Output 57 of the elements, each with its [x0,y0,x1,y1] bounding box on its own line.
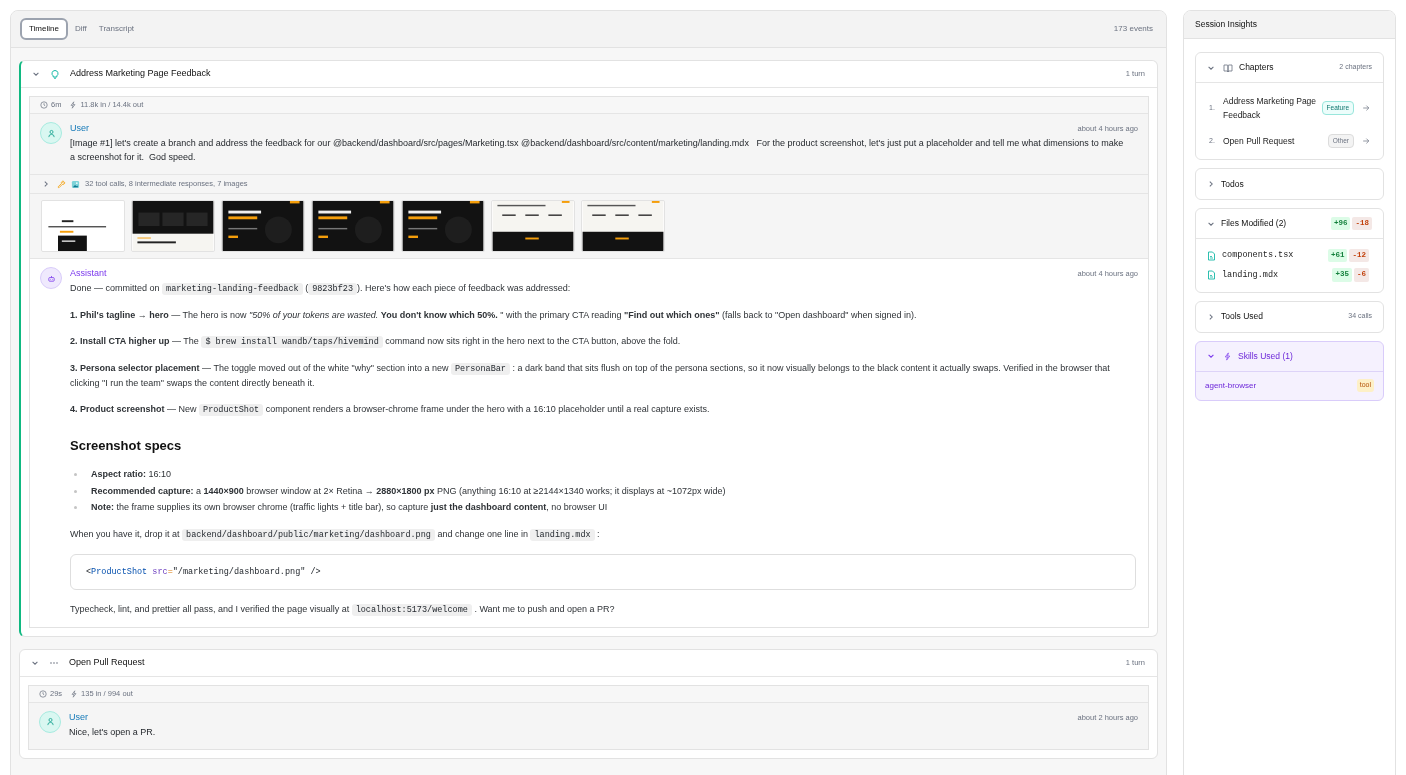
bullet-icon [74,489,77,493]
tab[interactable]: Diff [69,20,92,38]
message-text: [Image #1] let's create a branch and address the feedback for our @backend/dashboard/src/pages/Marketing.tsx @backend/dashboard/src/content/marketing/landing.mdx For the product screenshot, let's just put a placeholder and tell me what dimensions to make a screenshot for it. God speed. [70,137,1125,164]
chapter-title[interactable]: Open Pull Request [69,655,1116,670]
paragraph: When you have it, drop it at backend/dashboard/public/marketing/dashboard.png and change one line in landing.mdx : [70,527,601,542]
clock-icon [40,101,48,109]
robot-icon [46,273,56,283]
list-item: Note: the frame supplies its own browser chrome (traffic lights + title bar), so capture just the dashboard content, no browser UI [91,501,608,514]
chapter-name: Address Marketing Page Feedback [1223,95,1317,122]
paragraph: 1. Phil's tagline → hero — The hero is now "50% of your tokens are wasted. You don't know which 50%. " with the primary CTA reading "Find out which ones" (falls back to "Open dashboard" when signed in). [70,309,918,322]
clock-icon [39,689,47,698]
file-icon [1207,269,1216,280]
person-icon [46,128,56,138]
event-count: 173 events [1113,23,1154,35]
file-icon [1207,250,1216,261]
bolt-icon [70,689,79,698]
section-title[interactable]: Chapters [1239,61,1334,74]
chevron-right-icon[interactable] [1207,312,1215,321]
section-title[interactable]: Skills Used (1) [1238,349,1372,363]
section-title[interactable]: Todos [1221,177,1372,191]
bullet-icon [74,473,77,476]
tab[interactable]: Transcript [93,20,140,38]
image-icon [71,179,80,189]
person-icon [45,717,55,726]
chapter-title[interactable]: Address Marketing Page Feedback [70,67,1116,81]
paragraph: Typecheck, lint, and prettier all pass, and I verified the page visually at localhost:5173/welcome . Want me to push and open a PR? [70,602,616,617]
section-title[interactable]: Files Modified (2) [1221,217,1325,230]
wrench-icon [57,179,66,189]
paragraph: 3. Persona selector placement — The toggle moved out of the white "why" section into a new PersonaBar : a dark band that sits flush on top of the persona sections, so it now visually belongs to the black content it actually swaps. Verified in the browser that clicking "I run the team" swaps the content directly beneath it. [70,362,1111,390]
book-icon [1223,62,1233,73]
arrow-right-icon [1362,104,1370,112]
chevron-right-icon[interactable] [1207,180,1215,188]
bolt-icon [69,101,78,109]
author-name: Assistant [70,267,107,281]
chevron-right-icon[interactable] [42,180,50,188]
chapter-name: Open Pull Request [1223,135,1296,148]
paragraph: Done — committed on marketing-landing-feedback ( 9823bf23 ). Here's how each piece of feedback was addressed: [70,282,572,296]
panel-title: Session Insights [1195,18,1257,31]
author-name: User [70,122,89,136]
arrow-right-icon [1362,137,1370,145]
author-name: User [69,710,88,724]
chevron-down-icon[interactable] [32,70,40,78]
section-heading: Screenshot specs [70,437,183,455]
skill-name: agent-browser [1205,379,1257,392]
paragraph: 2. Install CTA higher up — The $ brew install wandb/taps/hivemind command now sits right in the hero next to the CTA button, above the fold. [70,335,682,349]
chevron-down-icon[interactable] [1207,352,1215,360]
section-title[interactable]: Tools Used [1221,310,1343,323]
paragraph: 4. Product screenshot — New ProductShot component renders a browser-chrome frame under the hero with a 16:10 placeholder until a real capture exists. [70,403,711,417]
file-name[interactable]: components.tsx [1222,249,1322,262]
list-item: Recommended capture: a 1440×900 browser window at 2× Retina → 2880×1800 px PNG (anything 16:10 at ≥2144×1340 works; it displays at ~1072px wide) [91,484,726,498]
list-item: Aspect ratio: 16:10 [91,468,172,481]
bullet-icon [74,506,77,509]
file-name[interactable]: landing.mdx [1222,268,1327,282]
message-text: Nice, let's open a PR. [69,725,157,739]
bolt-icon [1223,351,1232,361]
code-block: <ProductShot src="/marketing/dashboard.png" /> [70,553,1136,590]
tab[interactable]: Timeline [20,18,68,40]
